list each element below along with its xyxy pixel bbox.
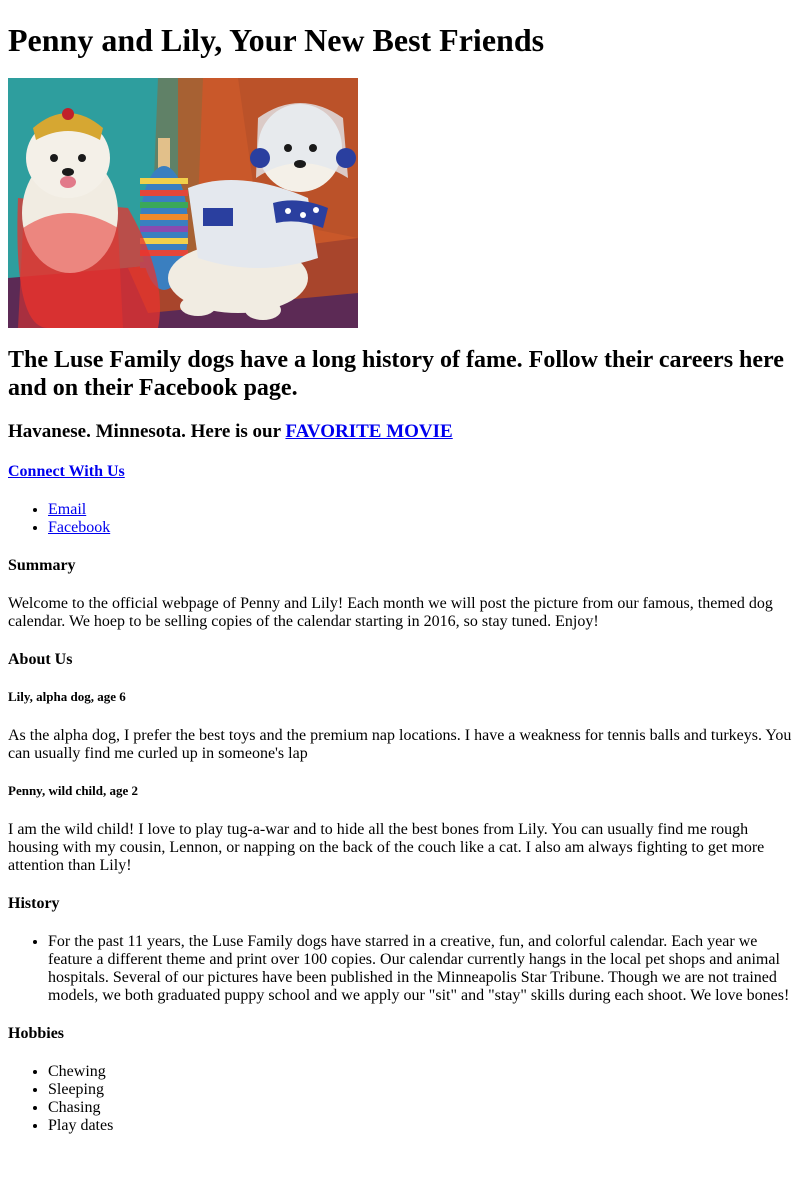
favorite-movie-link[interactable]: FAVORITE MOVIE — [285, 421, 452, 442]
penny-text: I am the wild child! I love to play tug-… — [8, 821, 765, 874]
intro-heading: The Luse Family dogs have a long history… — [8, 347, 784, 401]
list-item: For the past 11 years, the Luse Family d… — [48, 933, 792, 1005]
hobbies-heading: Hobbies — [8, 1025, 65, 1042]
hobbies-list: Chewing Sleeping Chasing Play dates — [8, 1063, 792, 1135]
facebook-link[interactable]: Facebook — [48, 519, 110, 536]
penny-heading: Penny, wild child, age 2 — [8, 783, 139, 798]
list-item: Play dates — [48, 1117, 792, 1135]
breed-line: Havanese. Minnesota. Here is our FAVORIT… — [8, 421, 792, 443]
hero-image-dogs — [8, 78, 358, 328]
summary-text: Welcome to the official webpage of Penny… — [8, 595, 773, 630]
page: Penny and Lily, Your New Best Friends Th… — [0, 22, 800, 1135]
history-heading: History — [8, 895, 60, 912]
hero-image-illustration — [8, 78, 358, 328]
connect-with-us-link[interactable]: Connect With Us — [8, 463, 125, 480]
page-title: Penny and Lily, Your New Best Friends — [8, 22, 545, 58]
contact-list: Email Facebook — [8, 501, 792, 537]
connect-heading: Connect With Us — [8, 463, 792, 481]
list-item: Chewing — [48, 1063, 792, 1081]
summary-heading: Summary — [8, 557, 76, 574]
about-heading: About Us — [8, 651, 73, 668]
list-item: Chasing — [48, 1099, 792, 1117]
history-list: For the past 11 years, the Luse Family d… — [8, 933, 792, 1005]
email-link[interactable]: Email — [48, 501, 86, 518]
list-item: Sleeping — [48, 1081, 792, 1099]
breed-line-text: Havanese. Minnesota. Here is our — [8, 421, 286, 442]
lily-heading: Lily, alpha dog, age 6 — [8, 689, 126, 704]
list-item: Email — [48, 501, 792, 519]
lily-text: As the alpha dog, I prefer the best toys… — [8, 727, 792, 762]
list-item: Facebook — [48, 519, 792, 537]
